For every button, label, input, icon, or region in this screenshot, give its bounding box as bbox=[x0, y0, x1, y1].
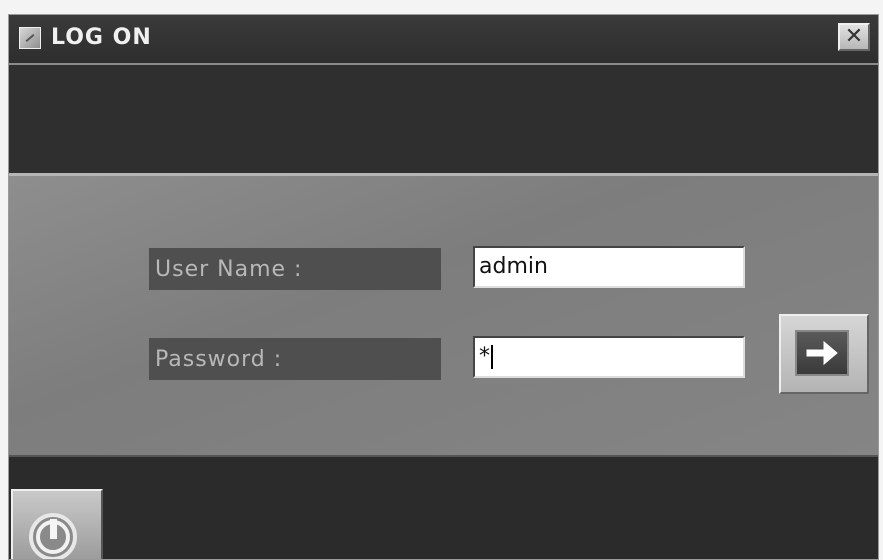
title-bar: LOG ON ✕ bbox=[9, 15, 878, 65]
app-icon bbox=[19, 27, 41, 49]
password-input[interactable]: * bbox=[473, 336, 745, 378]
login-form: User Name : admin Password : * bbox=[9, 173, 878, 455]
login-submit-button[interactable] bbox=[779, 314, 869, 394]
password-value: * bbox=[479, 344, 490, 369]
header-band bbox=[9, 65, 878, 173]
window-title: LOG ON bbox=[51, 25, 152, 50]
close-icon: ✕ bbox=[844, 24, 864, 49]
user-name-label: User Name : bbox=[149, 248, 441, 290]
close-button[interactable]: ✕ bbox=[838, 23, 870, 51]
arrow-right-icon bbox=[795, 330, 849, 376]
user-name-input[interactable]: admin bbox=[473, 246, 745, 288]
text-caret bbox=[491, 345, 493, 369]
user-name-value: admin bbox=[479, 254, 548, 279]
footer-band bbox=[9, 455, 878, 559]
power-button[interactable] bbox=[11, 489, 103, 559]
password-label: Password : bbox=[149, 338, 441, 380]
logon-window: LOG ON ✕ User Name : admin Password : * bbox=[8, 14, 879, 560]
power-icon bbox=[29, 513, 77, 559]
